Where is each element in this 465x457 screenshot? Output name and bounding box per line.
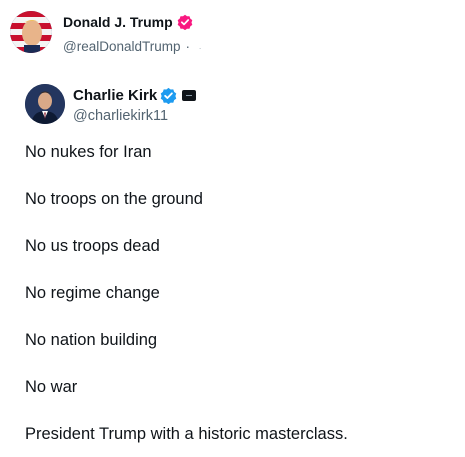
retweeter-names: Donald J. Trump @realDonaldTrump · .: [63, 12, 201, 56]
tweet-card: Donald J. Trump @realDonaldTrump · . Cha…: [0, 0, 465, 457]
retweeter-handle-row: @realDonaldTrump · .: [63, 36, 201, 56]
quoted-avatar[interactable]: [25, 84, 65, 124]
separator-dot: ·: [185, 38, 191, 54]
quoted-names: Charlie Kirk @charliekirk11: [73, 85, 197, 127]
tweet-line: No troops on the ground: [25, 190, 203, 208]
verified-badge-icon: [160, 87, 177, 104]
tweet-line: No war: [25, 378, 78, 396]
affiliation-badge-icon[interactable]: [182, 89, 197, 101]
tweet-body: No nukes for Iran No troops on the groun…: [25, 142, 348, 457]
retweeter-header: Donald J. Trump @realDonaldTrump · .: [10, 11, 201, 56]
retweeter-handle[interactable]: @realDonaldTrump: [63, 39, 181, 54]
quoted-name-row: Charlie Kirk: [73, 85, 197, 105]
trailing-dot: .: [199, 41, 202, 51]
tweet-line: No nation building: [25, 331, 158, 349]
quoted-handle[interactable]: @charliekirk11: [73, 108, 196, 127]
retweeter-name-row: Donald J. Trump: [63, 12, 201, 31]
quoted-name[interactable]: Charlie Kirk: [73, 87, 157, 104]
tweet-line: No us troops dead: [25, 237, 160, 255]
retweeter-avatar[interactable]: [10, 11, 52, 53]
retweeter-name[interactable]: Donald J. Trump: [63, 14, 173, 30]
quoted-header: Charlie Kirk @charliekirk11: [25, 84, 197, 127]
tweet-line: No regime change: [25, 284, 160, 302]
pink-badge-icon: [177, 14, 193, 30]
tweet-line: No nukes for Iran: [25, 143, 152, 161]
tweet-line: President Trump with a historic mastercl…: [25, 425, 348, 443]
